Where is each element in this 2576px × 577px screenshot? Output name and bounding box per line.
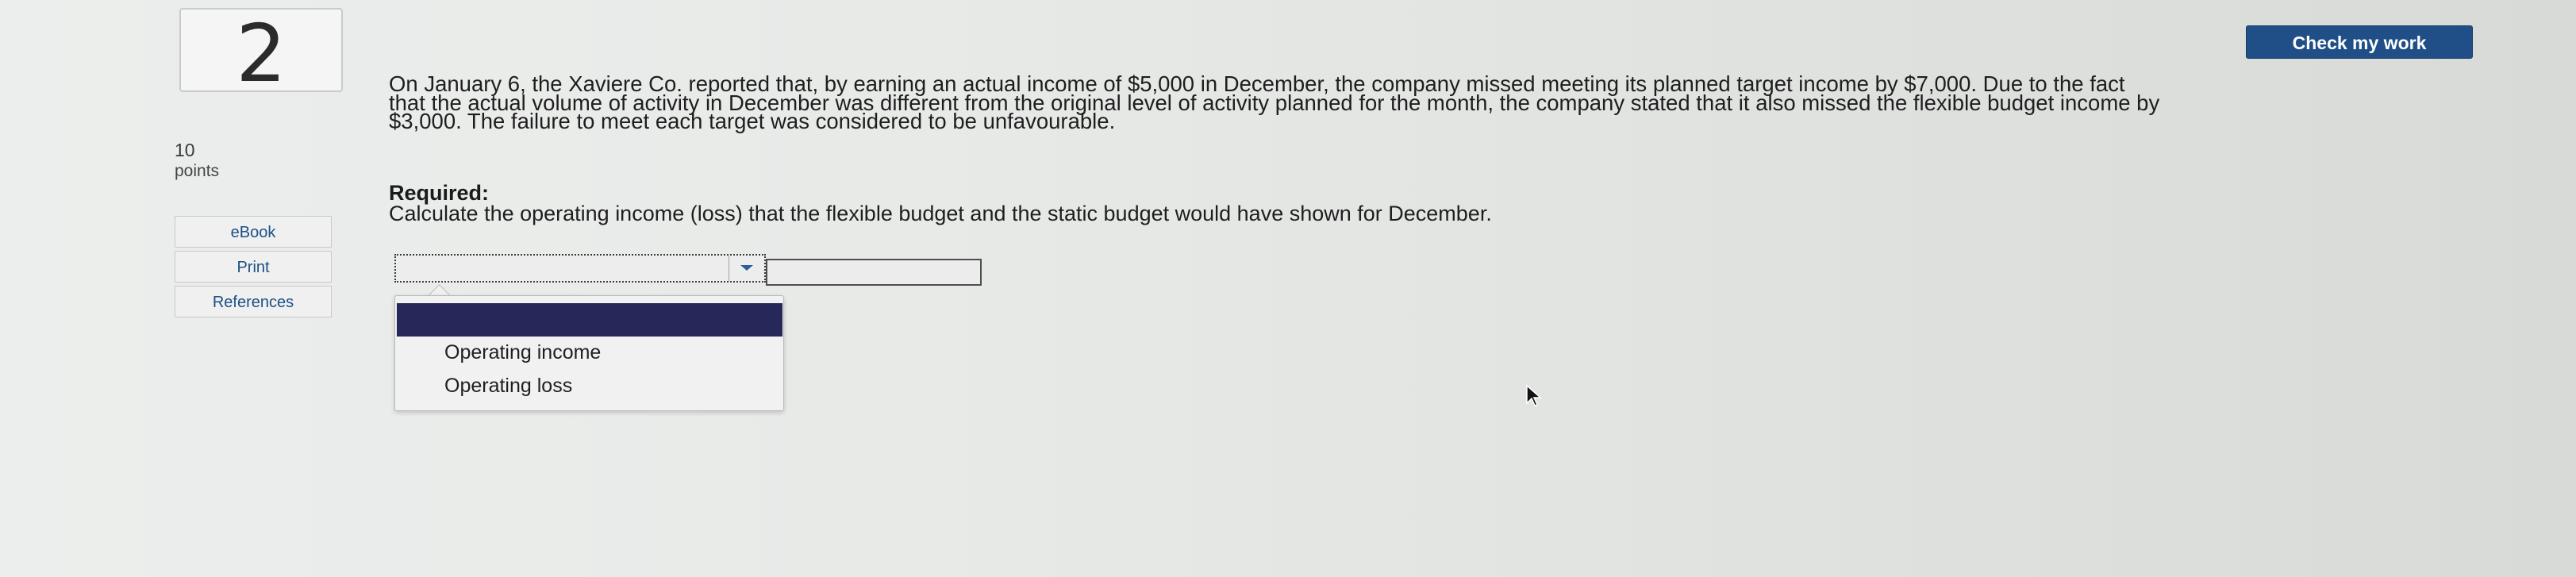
question-number-box: 2 (179, 7, 343, 100)
check-my-work-button[interactable]: Check my work (2246, 25, 2473, 59)
dropdown-option-blank[interactable] (397, 303, 782, 337)
references-link[interactable]: References (175, 286, 332, 317)
print-link[interactable]: Print (175, 251, 332, 283)
mouse-cursor-icon (1526, 384, 1542, 406)
points-value: 10 (175, 140, 195, 160)
amount-input[interactable] (766, 259, 982, 286)
instruction-text: Calculate the operating income (loss) th… (389, 202, 1492, 225)
assignment-page: 2 10 points eBook Print References On Ja… (0, 0, 2576, 577)
question-text: On January 6, the Xaviere Co. reported t… (389, 71, 2160, 133)
dropdown-option-operating-income[interactable]: Operating income (444, 341, 601, 364)
question-number: 2 (236, 7, 286, 100)
points-label: points (175, 162, 220, 180)
dropdown-option-operating-loss[interactable]: Operating loss (444, 375, 572, 398)
answer-label-select[interactable] (394, 254, 766, 283)
chevron-down-icon[interactable] (729, 256, 764, 281)
ebook-link[interactable]: eBook (175, 216, 332, 248)
side-links: eBook Print References (175, 216, 332, 321)
